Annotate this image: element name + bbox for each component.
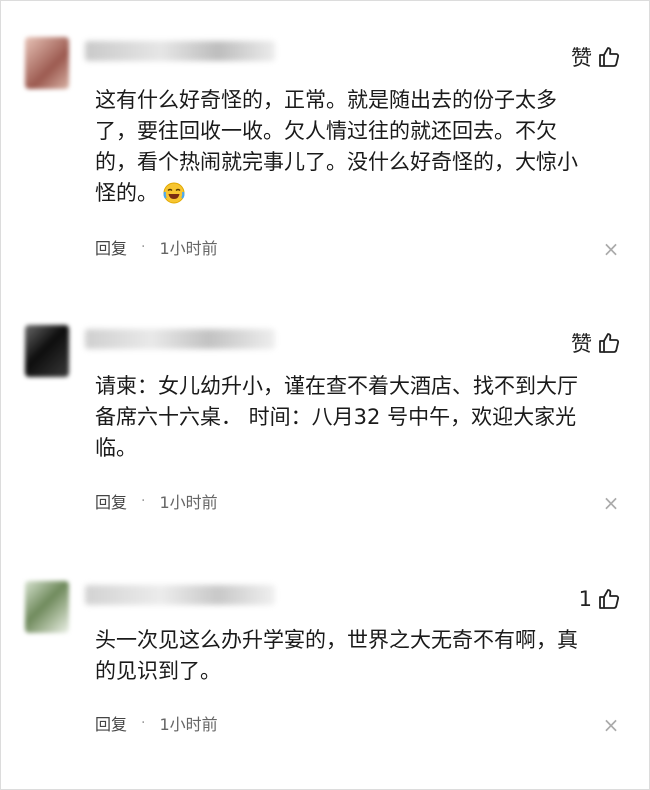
thumbs-up-icon [599,589,620,609]
comment-time: 1小时前 [159,239,218,258]
like-button[interactable]: 赞 [571,329,621,357]
comment-text-line: 临。 [95,436,137,460]
comment-text-line: 的见识到了。 [95,659,221,683]
avatar[interactable] [25,325,69,377]
comment-text-line: 备席六十六桌． 时间：八月32 号中午，欢迎大家光 [95,405,577,429]
like-label: 赞 [571,332,592,356]
comment-meta: 回复 · 1小时前 [95,235,218,259]
comment-list: 赞 这有什么好奇怪的，正常。就是随出去的份子太多 了，要往回收一收。欠人情过往的… [0,0,650,790]
separator: · [141,493,146,509]
comment-time: 1小时前 [159,715,218,734]
comment-text-line: 请柬：女儿幼升小，谨在查不着大酒店、找不到大厅 [95,374,578,398]
comment-meta: 回复 · 1小时前 [95,489,218,513]
comment-text-line: 怪的。 [95,181,158,205]
separator: · [141,715,146,731]
avatar[interactable] [25,581,69,633]
username-blurred[interactable] [85,329,275,349]
reply-button[interactable]: 回复 [95,489,127,513]
comment-text-line: 这有什么好奇怪的，正常。就是随出去的份子太多 [95,88,557,112]
close-icon[interactable]: × [601,493,621,513]
close-icon[interactable]: × [601,715,621,735]
like-label: 赞 [571,46,592,70]
comment-text-line: 头一次见这么办升学宴的，世界之大无奇不有啊，真 [95,628,578,652]
reply-button[interactable]: 回复 [95,235,127,259]
avatar[interactable] [25,37,69,89]
comment-time: 1小时前 [159,493,218,512]
username-blurred[interactable] [85,41,275,61]
like-button[interactable]: 1 [579,585,621,613]
close-icon[interactable]: × [601,239,621,259]
reply-button[interactable]: 回复 [95,711,127,735]
comment-text-line: 了，要往回收一收。欠人情过往的就还回去。不欠 [95,119,557,143]
like-count: 1 [578,587,592,611]
thumbs-up-icon [599,333,620,353]
comment-text: 请柬：女儿幼升小，谨在查不着大酒店、找不到大厅 备席六十六桌． 时间：八月32 … [95,371,625,464]
comment-text-line: 的，看个热闹就完事儿了。没什么好奇怪的，大惊小 [95,150,578,174]
like-button[interactable]: 赞 [571,43,621,71]
comment-text: 头一次见这么办升学宴的，世界之大无奇不有啊，真 的见识到了。 [95,625,625,687]
separator: · [141,239,146,255]
comment-text: 这有什么好奇怪的，正常。就是随出去的份子太多 了，要往回收一收。欠人情过往的就还… [95,85,625,209]
thumbs-up-icon [599,47,620,67]
comment-meta: 回复 · 1小时前 [95,711,218,735]
username-blurred[interactable] [85,585,275,605]
laughing-crying-emoji-icon [163,182,185,204]
